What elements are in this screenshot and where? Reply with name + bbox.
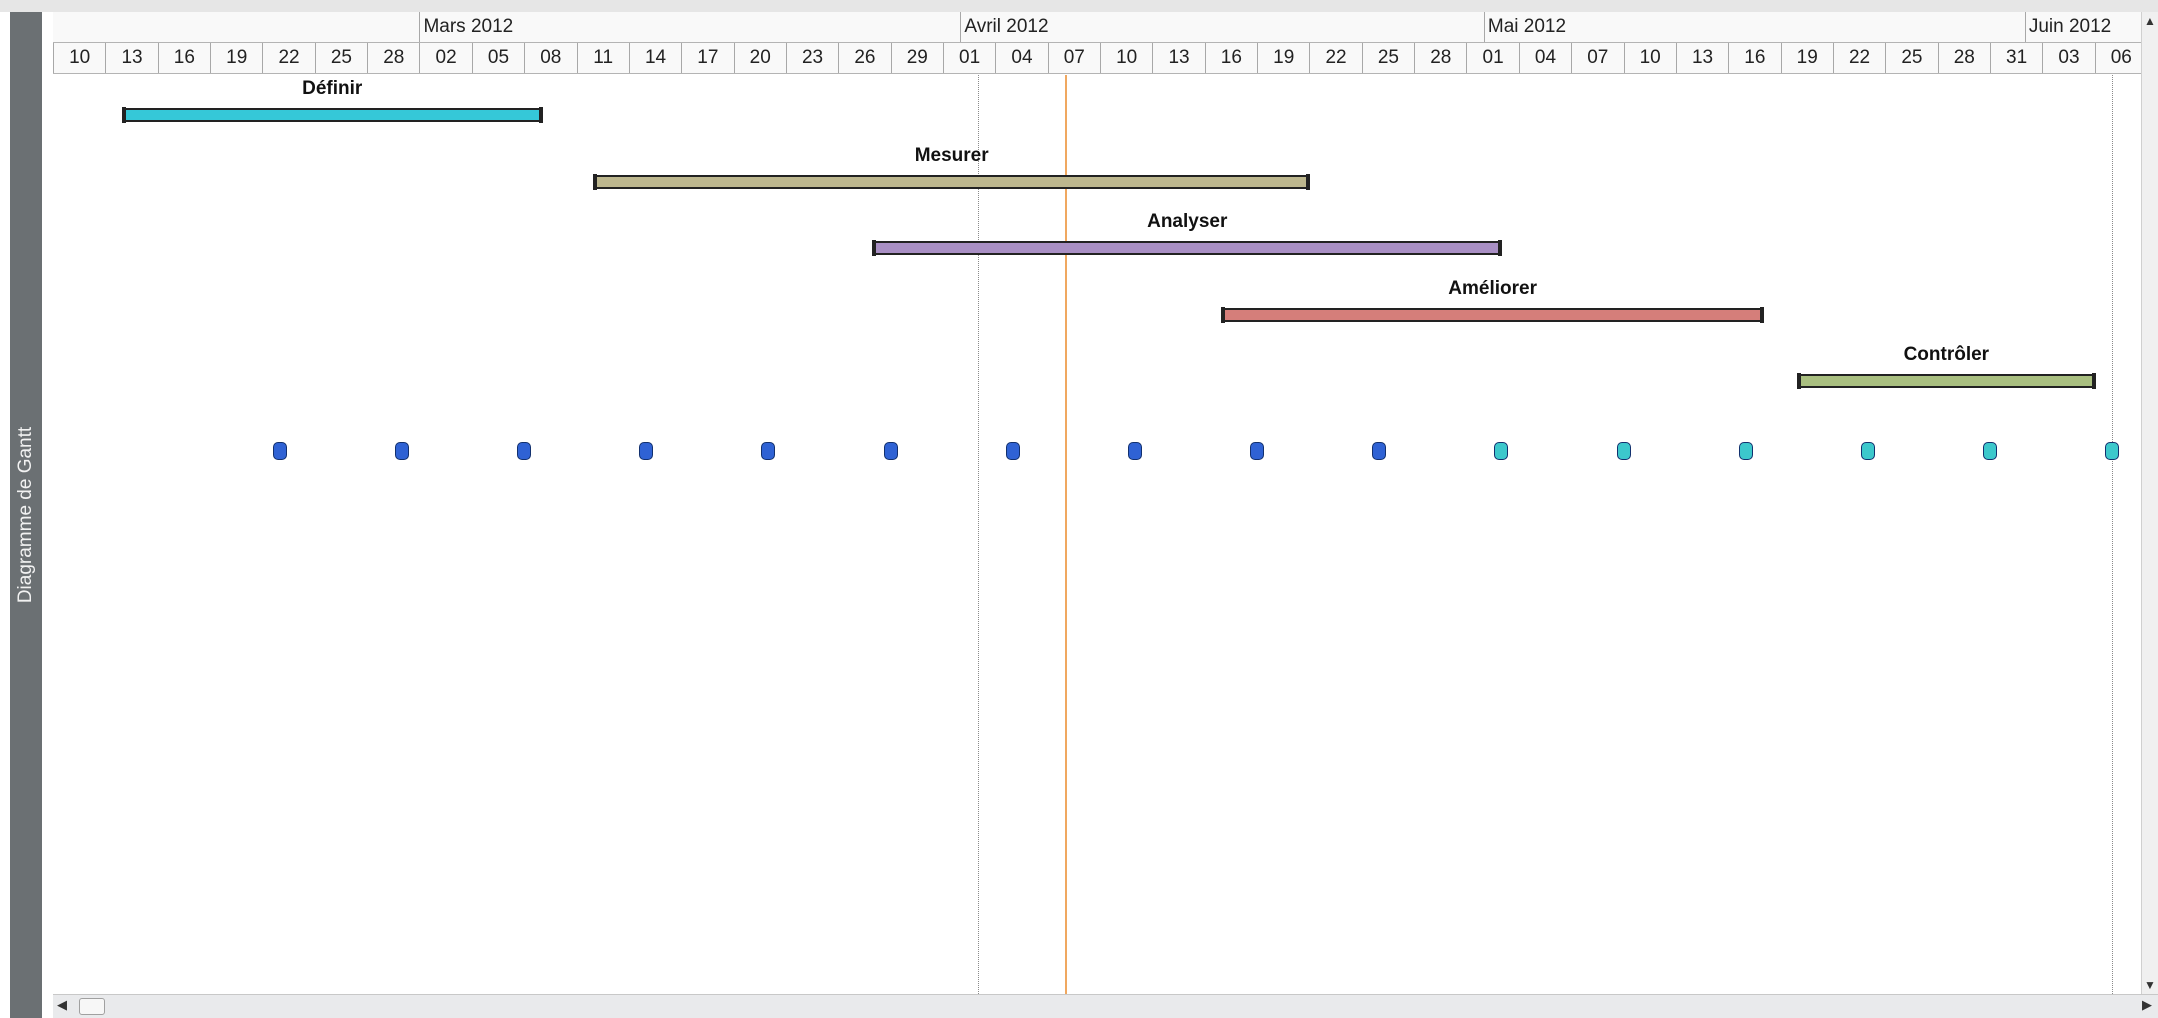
timescale-day-label: 05 [471,43,524,73]
task-bar-end-cap [1498,240,1503,256]
timescale-day-label: 13 [105,43,157,73]
task-bar-end-cap [1221,306,1226,323]
task-bar[interactable] [1221,306,1765,323]
task-bar-end-cap [1760,306,1765,323]
timescale-day-label: 19 [210,43,262,73]
view-bar[interactable]: Diagramme de Gantt [10,12,42,1018]
milestone-marker[interactable] [1005,442,1020,460]
task-bar-end-cap [1797,373,1801,389]
timescale-day-label: 16 [1728,43,1780,73]
timescale-day-label: 06 [2094,43,2147,73]
milestone-marker[interactable] [1250,442,1265,460]
timescale-day-label: 03 [2042,43,2094,73]
scroll-up-icon[interactable]: ▲ [2144,14,2156,28]
milestone-marker[interactable] [272,442,287,460]
timescale-day-label: 19 [1780,43,1833,73]
timescale-day-label: 25 [314,43,367,73]
milestone-marker[interactable] [639,442,654,460]
timescale-day-label: 19 [1257,43,1309,73]
timescale-month-label: Juin 2012 [2024,12,2141,42]
task-label: Définir [302,78,363,99]
milestone-marker[interactable] [395,442,409,460]
timescale-day-label: 13 [1152,43,1204,73]
timescale-day-label: 22 [1309,43,1361,73]
gantt-plot-area[interactable]: Définir Mesurer Analyser Améliorer Contrôler [53,75,2141,994]
milestone-marker[interactable] [1616,442,1631,460]
timescale-day-label: 01 [1466,43,1518,73]
task-bar-end-cap [872,240,877,256]
task-bar[interactable] [872,240,1503,256]
timescale-day-label: 11 [576,43,629,73]
gridline-marker [977,75,979,994]
timescale-day-label: 25 [1885,43,1937,73]
task-label: Améliorer [1448,277,1537,299]
timescale-day-label: 26 [838,43,890,73]
timescale-day-label: 17 [681,43,733,73]
timescale-day-label: 22 [1832,43,1885,73]
timescale-day-label: 14 [628,43,681,73]
timescale-month-label: Avril 2012 [960,12,1484,42]
timescale-month-label: Mai 2012 [1483,12,2025,42]
milestone-marker[interactable] [1738,442,1753,460]
milestone-marker[interactable] [1982,442,1997,460]
timescale-month-label: Mars 2012 [419,12,960,42]
timescale-day-label: 01 [942,43,995,73]
timescale-day-label: 10 [53,43,105,73]
timescale-day-label: 07 [1571,43,1623,73]
timescale-day-label: 28 [367,43,419,73]
task-bar-end-cap [121,107,126,123]
timescale-day-label: 16 [157,43,210,73]
milestone-marker[interactable] [1372,442,1387,460]
task-bar-end-cap [538,107,543,123]
horizontal-scrollbar[interactable]: ◀ ▶ [53,994,2158,1018]
timescale-day-label: 04 [1518,43,1571,73]
timescale-day-tier: 10 13 16 19 22 25 28 02 05 08 11 14 17 20 23 26 29 01 04 07… [53,43,2141,74]
timescale-day-label: 31 [1989,43,2042,73]
scroll-down-icon[interactable]: ▼ [2144,978,2156,992]
milestone-marker[interactable] [2105,442,2120,460]
gridline-marker [2112,75,2114,994]
scroll-left-icon[interactable]: ◀ [57,997,67,1013]
timescale-day-label: 02 [419,43,471,73]
timescale-day-label: 10 [1623,43,1676,73]
timescale-day-label: 13 [1675,43,1728,73]
scroll-thumb[interactable] [79,998,105,1015]
timescale[interactable]: Mars 2012 Avril 2012 Mai 2012 Juin 2012 10 1… [53,12,2141,75]
timescale-day-label: 04 [995,43,1047,73]
current-date-line [1065,75,1068,994]
task-bar[interactable] [121,107,543,123]
timescale-day-label: 22 [262,43,314,73]
task-label: Analyser [1147,211,1228,232]
milestone-marker[interactable] [1127,442,1142,460]
timescale-day-label: 25 [1361,43,1414,73]
scroll-right-icon[interactable]: ▶ [2142,997,2152,1013]
timescale-day-label: 10 [1100,43,1152,73]
view-bar-label: Diagramme de Gantt [15,426,36,604]
timescale-day-label: 07 [1047,43,1100,73]
task-label: Mesurer [914,144,989,166]
task-bar[interactable] [592,173,1311,190]
milestone-marker[interactable] [517,442,532,460]
timescale-day-label: 16 [1204,43,1257,73]
task-bar-end-cap [1306,173,1311,190]
timescale-day-label: 23 [785,43,838,73]
milestone-marker[interactable] [883,442,898,460]
task-bar-end-cap [2091,373,2096,389]
milestone-marker[interactable] [761,442,776,460]
task-bar-end-cap [592,173,597,190]
vertical-scrollbar[interactable]: ▲ ▼ [2141,12,2158,994]
timescale-month-tier: Mars 2012 Avril 2012 Mai 2012 Juin 2012 [53,12,2141,43]
gantt-chart[interactable]: Mars 2012 Avril 2012 Mai 2012 Juin 2012 10 1… [53,12,2141,994]
milestone-marker[interactable] [1860,442,1875,460]
timescale-day-label: 28 [1937,43,1990,73]
timescale-day-label: 20 [733,43,786,73]
timescale-day-label: 29 [890,43,943,73]
milestone-marker[interactable] [1494,442,1509,460]
timescale-day-label: 28 [1414,43,1466,73]
timescale-day-label: 08 [524,43,576,73]
task-bar[interactable] [1797,373,2096,389]
window-frame-top [0,0,2158,12]
task-label: Contrôler [1903,344,1990,365]
